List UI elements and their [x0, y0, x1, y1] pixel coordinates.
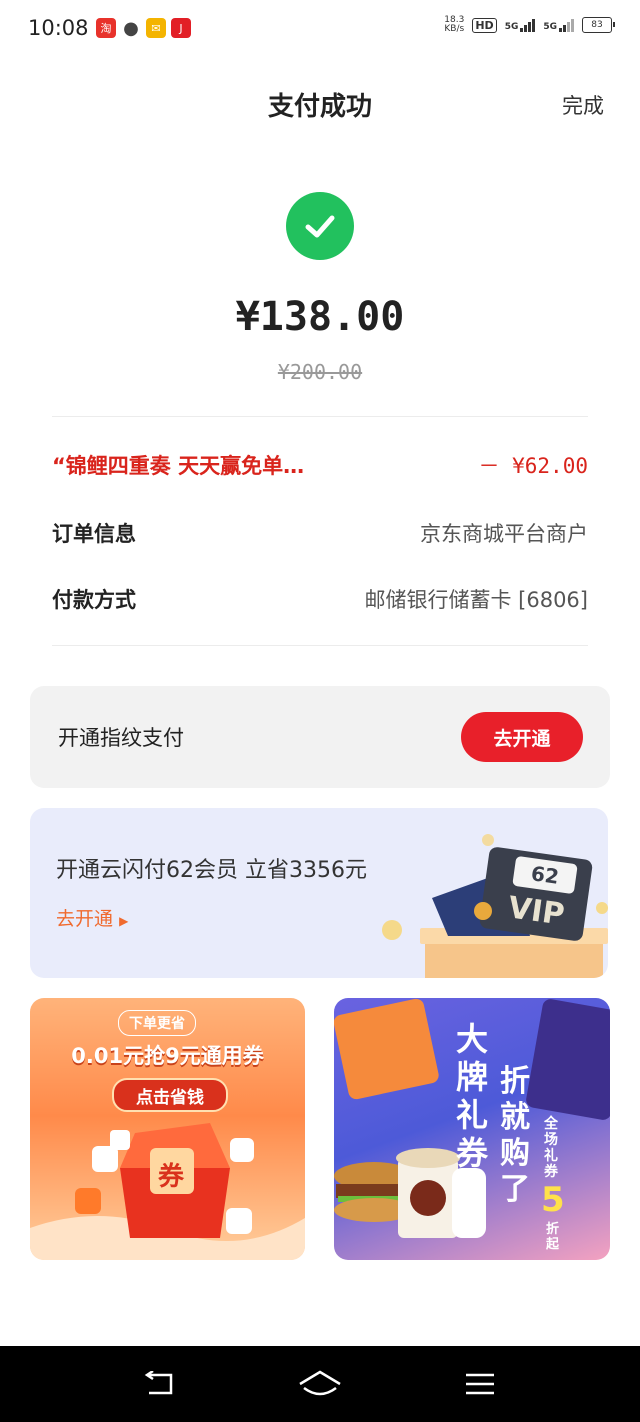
back-icon[interactable]: [120, 1346, 200, 1422]
system-nav-bar: [0, 1346, 640, 1422]
discount-unit: 折起: [546, 1222, 560, 1252]
net-label-2: 5G: [543, 22, 557, 32]
order-info-row: 订单信息 京东商城平台商户: [52, 518, 588, 548]
original-amount: ¥200.00: [277, 360, 363, 384]
fingerprint-card: 开通指纹支付 去开通: [30, 686, 610, 788]
promo-label: “锦鲤四重奏 天天赢免单…: [52, 454, 305, 478]
mail-icon: ✉: [146, 18, 166, 38]
taobao-icon: 淘: [96, 18, 116, 38]
gift-card-banner-right[interactable]: 大牌礼券 折就购了 全场礼券 5 折起: [334, 998, 610, 1260]
coupon-banner-left[interactable]: 下单更省 0.01元抢9元通用券 点击省钱 券: [30, 998, 305, 1260]
vip-title: 开通云闪付62会员 立省3356元: [56, 858, 367, 883]
vip-illustration: [382, 834, 608, 978]
banner-cta: 点击省钱: [112, 1078, 228, 1112]
enable-fingerprint-button[interactable]: 去开通: [461, 712, 583, 762]
home-icon[interactable]: [280, 1346, 360, 1422]
status-time: 10:08: [28, 16, 89, 40]
battery-level: 83: [591, 20, 603, 30]
banner-tag: 下单更省: [118, 1010, 196, 1036]
order-info-label: 订单信息: [52, 522, 136, 546]
status-indicators: 18.3 KB/s HD 5G 5G 83: [444, 16, 615, 34]
done-button[interactable]: 完成: [562, 90, 604, 120]
message-icon: ●: [123, 17, 139, 39]
signal-2: 5G: [543, 18, 574, 32]
divider: [52, 645, 588, 646]
status-app-icons: 淘 ● ✉ J: [96, 17, 191, 39]
payment-method-label: 付款方式: [52, 588, 136, 612]
divider: [52, 416, 588, 417]
banner-big-title: 大牌礼券: [456, 1020, 489, 1172]
payment-method-row: 付款方式 邮储银行储蓄卡 [6806]: [52, 584, 588, 614]
hd-icon: HD: [472, 17, 497, 33]
coupon-box-text: 券: [158, 1162, 185, 1192]
discount-number: 5: [541, 1180, 565, 1220]
paid-amount: ¥138.00: [235, 294, 405, 340]
promo-row: “锦鲤四重奏 天天赢免单… － ¥62.00: [52, 450, 588, 480]
banner-headline: 0.01元抢9元通用券: [71, 1044, 264, 1068]
payment-method-value: 邮储银行储蓄卡 [6806]: [364, 588, 588, 612]
vip-promo-card[interactable]: 开通云闪付62会员 立省3356元 去开通 ▶ 62 VIP: [30, 808, 608, 978]
signal-bars-icon: [559, 18, 574, 32]
success-check-icon: [286, 192, 354, 260]
signal-1: 5G: [505, 18, 536, 32]
banner-sub-title: 折就购了: [500, 1064, 530, 1207]
vip-open-label: 去开通: [56, 908, 114, 930]
battery-icon: 83: [582, 17, 615, 33]
banner-side-text: 全场礼券: [544, 1116, 558, 1180]
vip-open-link[interactable]: 去开通 ▶: [56, 904, 128, 931]
speed-unit: KB/s: [444, 24, 465, 34]
menu-icon[interactable]: [440, 1346, 520, 1422]
jd-icon: J: [171, 18, 191, 38]
net-label-1: 5G: [504, 22, 519, 32]
promo-discount: － ¥62.00: [478, 454, 588, 478]
page-title: 支付成功: [267, 92, 372, 122]
network-speed: 18.3 KB/s: [444, 16, 464, 34]
status-bar: 10:08 淘 ● ✉ J 18.3 KB/s HD 5G 5G 83: [0, 0, 640, 60]
signal-bars-icon: [520, 18, 536, 32]
order-info-value: 京东商城平台商户: [420, 522, 588, 546]
triangle-right-icon: ▶: [119, 914, 129, 928]
fingerprint-label: 开通指纹支付: [58, 726, 184, 750]
